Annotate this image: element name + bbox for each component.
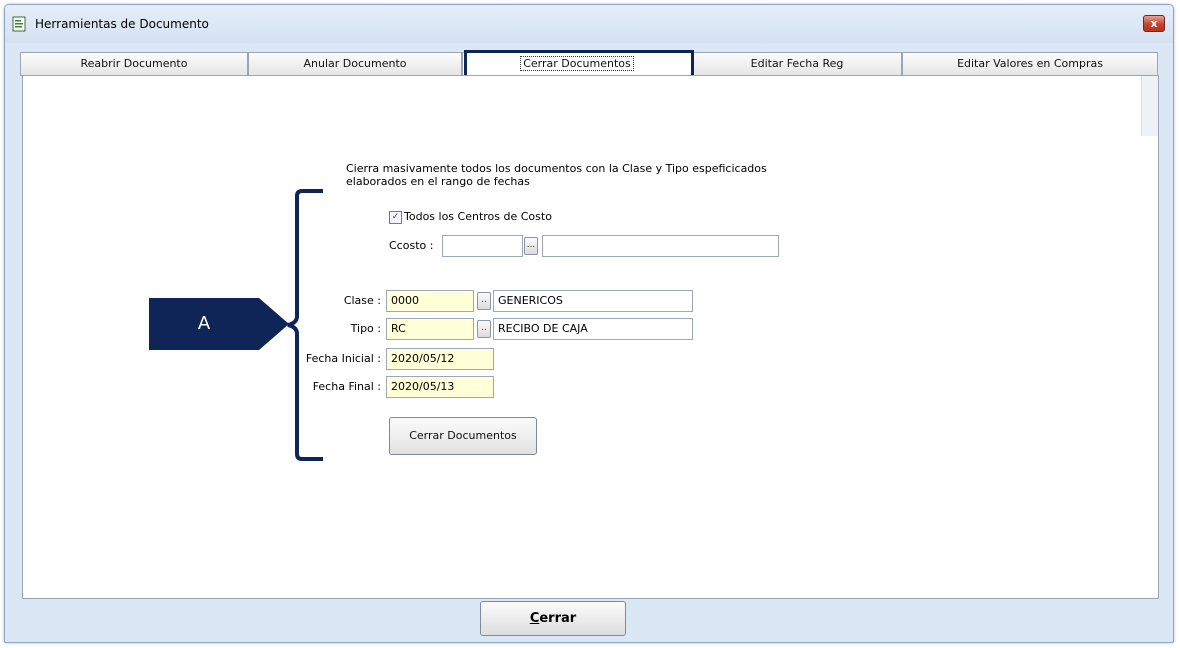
clase-code-input[interactable]: 0000 [386, 290, 474, 312]
clase-name-input[interactable]: GENERICOS [493, 290, 693, 312]
tab-label: Anular Documento [303, 57, 407, 70]
cerrar-documentos-button[interactable]: Cerrar Documentos [389, 417, 537, 455]
dialog-window: Herramientas de Documento x Reabrir Docu… [4, 4, 1174, 643]
tab-label: Editar Valores en Compras [957, 57, 1103, 70]
document-app-icon [12, 16, 26, 32]
ccosto-name-input[interactable] [542, 235, 779, 257]
ccosto-lookup-button[interactable]: ... [524, 237, 538, 255]
cerrar-label: errar [539, 611, 577, 626]
fecha-inicial-input[interactable]: 2020/05/12 [386, 348, 494, 370]
description-line: elaborados en el rango de fechas [346, 175, 530, 188]
window-close-button[interactable]: x [1143, 15, 1165, 32]
tab-anular-documento[interactable]: Anular Documento [248, 52, 462, 76]
title-bar: Herramientas de Documento x [5, 5, 1173, 43]
fecha-final-input[interactable]: 2020/05/13 [386, 376, 494, 398]
tab-bar: Reabrir Documento Anular Documento Cerra… [20, 52, 1158, 76]
tipo-lookup-button[interactable]: .. [477, 320, 491, 338]
tab-reabrir-documento[interactable]: Reabrir Documento [20, 52, 248, 76]
checkmark-icon: ✓ [391, 212, 400, 222]
tab-label: Cerrar Documentos [520, 56, 634, 71]
cerrar-button[interactable]: Cerrar [480, 601, 626, 636]
tab-label: Editar Fecha Reg [750, 57, 844, 70]
ccosto-code-input[interactable] [442, 235, 523, 257]
tipo-code-input[interactable]: RC [386, 318, 474, 340]
callout-label: A [197, 313, 211, 334]
tipo-label: Tipo : [350, 322, 381, 335]
description-line: Cierra masivamente todos los documentos … [346, 162, 767, 175]
close-icon: x [1150, 17, 1158, 30]
tab-label: Reabrir Documento [80, 57, 188, 70]
clase-label: Clase : [343, 294, 381, 307]
tab-editar-fecha-reg[interactable]: Editar Fecha Reg [692, 52, 902, 76]
window-title: Herramientas de Documento [35, 17, 209, 31]
tab-content-panel: Cierra masivamente todos los documentos … [22, 75, 1159, 599]
tab-editar-valores-compras[interactable]: Editar Valores en Compras [902, 52, 1158, 76]
all-cost-centers-label: Todos los Centros de Costo [404, 210, 552, 223]
description-text: Cierra masivamente todos los documentos … [346, 162, 767, 188]
all-cost-centers-checkbox[interactable]: ✓ [389, 211, 402, 224]
cerrar-mnemonic: C [529, 611, 540, 626]
ccosto-label: Ccosto : [389, 239, 434, 252]
clase-lookup-button[interactable]: .. [477, 292, 491, 310]
tipo-name-input[interactable]: RECIBO DE CAJA [493, 318, 693, 340]
tab-cerrar-documentos[interactable]: Cerrar Documentos [462, 52, 692, 76]
panel-scrollbar[interactable] [1141, 76, 1158, 136]
